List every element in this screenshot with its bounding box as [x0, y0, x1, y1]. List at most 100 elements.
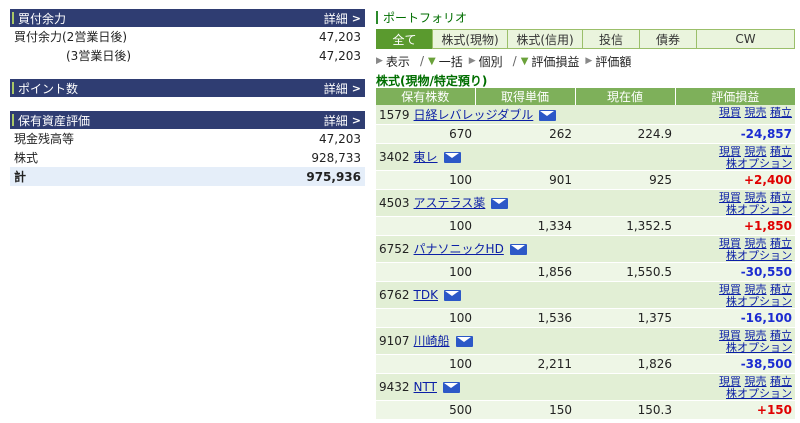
mail-icon[interactable] — [539, 109, 557, 121]
holding-name-cell: 9432 NTT — [376, 373, 675, 401]
filter-individual[interactable]: ▶ 個別 — [469, 53, 503, 70]
filter-bulk[interactable]: ▼ 一括 — [428, 53, 463, 70]
mail-icon[interactable] — [442, 381, 460, 393]
header-accent-bar — [12, 82, 14, 94]
holding-name-row: 6762 TDK 現買 現売 積立 株オプション — [376, 281, 795, 309]
holding-qty: 670 — [376, 124, 475, 144]
stock-name-link[interactable]: 東レ — [414, 150, 438, 164]
holding-price: 1,550.5 — [575, 262, 675, 282]
filter-pl[interactable]: ▼ 評価損益 — [521, 53, 580, 70]
triangle-right-icon: ▶ — [468, 56, 476, 66]
tab-cw[interactable]: CW — [696, 29, 795, 49]
holding-name-cell: 6762 TDK — [376, 281, 675, 309]
holding-price: 1,352.5 — [575, 216, 675, 236]
accumulate-link[interactable]: 積立 — [770, 106, 792, 119]
points-detail-link[interactable]: 詳細 > — [324, 80, 361, 97]
stock-name-link[interactable]: 川崎船 — [414, 334, 450, 348]
col-cost: 取得単価 — [475, 88, 576, 105]
holding-cost: 1,856 — [475, 262, 575, 282]
filter-display-label: ▶ 表示 — [376, 53, 410, 70]
stock-name-link[interactable]: 日経レバレッジダブル — [414, 108, 534, 122]
holding-name-cell: 1579 日経レバレッジダブル — [376, 105, 675, 125]
holding-values-row: 100 1,856 1,550.5 -30,550 — [376, 262, 795, 282]
trade-actions: 現買 現売 積立 株オプション — [675, 373, 795, 401]
buying-power-row: 買付余力(2営業日後) 47,203 — [10, 27, 365, 46]
asset-value: 928,733 — [311, 150, 361, 165]
triangle-right-icon: ▶ — [376, 56, 383, 66]
holding-name-row: 1579 日経レバレッジダブル 現買 現売 積立 — [376, 105, 795, 125]
tab-stock-margin[interactable]: 株式(信用) — [507, 29, 582, 49]
holding-pl: -38,500 — [675, 354, 795, 374]
buying-power-header: 買付余力 詳細 > — [10, 9, 365, 27]
holding-qty: 100 — [376, 216, 475, 236]
holding-values-row: 100 901 925 +2,400 — [376, 170, 795, 190]
stock-option-link[interactable]: 株オプション — [726, 249, 792, 262]
holding-values-row: 670 262 224.9 -24,857 — [376, 124, 795, 144]
asset-total-row: 計 975,936 — [10, 167, 365, 186]
holding-pl: -16,100 — [675, 308, 795, 328]
holding-name-row: 9432 NTT 現買 現売 積立 株オプション — [376, 373, 795, 401]
filter-label: 一括 — [438, 54, 463, 69]
col-pl: 評価損益 — [675, 88, 795, 105]
holding-name-row: 6752 パナソニックHD 現買 現売 積立 株オプション — [376, 235, 795, 263]
col-price: 現在値 — [575, 88, 676, 105]
holding-cost: 150 — [475, 400, 575, 420]
stock-name-link[interactable]: パナソニックHD — [414, 242, 504, 256]
filter-label: 評価額 — [595, 54, 632, 69]
stock-code: 6752 — [379, 242, 410, 256]
stock-option-link[interactable]: 株オプション — [726, 341, 792, 354]
mail-icon[interactable] — [455, 336, 473, 347]
holding-price: 925 — [575, 170, 675, 190]
header-accent-bar — [376, 10, 378, 24]
cash-buy-link[interactable]: 現買 — [719, 106, 741, 119]
holding-name-cell: 4503 アステラス薬 — [376, 189, 675, 217]
mail-icon[interactable] — [509, 244, 527, 255]
tab-all[interactable]: 全て — [376, 29, 432, 49]
buying-power-value: 47,203 — [319, 48, 361, 63]
holding-cost: 262 — [475, 124, 575, 144]
stock-name-link[interactable]: NTT — [414, 380, 437, 394]
stock-code: 1579 — [379, 107, 410, 122]
mail-icon[interactable] — [443, 152, 461, 163]
holding-qty: 100 — [376, 170, 475, 190]
holding-values-row: 100 1,334 1,352.5 +1,850 — [376, 216, 795, 236]
buying-power-label: 買付余力(2営業日後) — [14, 30, 127, 44]
holding-price: 1,826 — [575, 354, 675, 374]
portfolio-tabs: 全て 株式(現物) 株式(信用) 投信 債券 CW — [376, 29, 795, 49]
buying-power-detail-link[interactable]: 詳細 > — [324, 10, 361, 27]
tab-stock-cash[interactable]: 株式(現物) — [432, 29, 507, 49]
trade-actions: 現買 現売 積立 株オプション — [675, 327, 795, 355]
stock-name-link[interactable]: TDK — [414, 288, 438, 302]
stock-code: 3402 — [379, 150, 410, 164]
cash-sell-link[interactable]: 現売 — [745, 106, 767, 119]
mail-icon[interactable] — [444, 289, 461, 301]
holding-price: 224.9 — [575, 124, 675, 144]
stock-code: 4503 — [379, 196, 410, 210]
stock-option-link[interactable]: 株オプション — [726, 387, 792, 400]
holdings-table: 保有株数 取得単価 現在値 評価損益 1579 日経レバレッジダブル 現買 現売 積… — [376, 88, 795, 420]
holding-pl: -24,857 — [675, 124, 795, 144]
assets-detail-link[interactable]: 詳細 > — [324, 112, 361, 129]
portfolio-header: ポートフォリオ — [376, 8, 795, 26]
assets-header: 保有資産評価 詳細 > — [10, 111, 365, 129]
stock-code: 9107 — [379, 334, 410, 348]
asset-value: 47,203 — [319, 131, 361, 146]
tab-funds[interactable]: 投信 — [582, 29, 639, 49]
triangle-right-icon: ▶ — [585, 56, 593, 66]
mail-icon[interactable] — [491, 198, 509, 209]
tab-bonds[interactable]: 債券 — [639, 29, 696, 49]
stock-option-link[interactable]: 株オプション — [726, 157, 792, 170]
account-summary: 買付余力 詳細 > 買付余力(2営業日後) 47,203 (3営業日後) 47,2… — [10, 9, 365, 186]
asset-label: 株式 — [14, 151, 39, 165]
stock-name-link[interactable]: アステラス薬 — [414, 196, 486, 210]
holding-name-row: 4503 アステラス薬 現買 現売 積立 株オプション — [376, 189, 795, 217]
holding-cost: 901 — [475, 170, 575, 190]
holding-qty: 500 — [376, 400, 475, 420]
holdings-body: 1579 日経レバレッジダブル 現買 現売 積立 670 262 224.9 -24,857… — [376, 105, 795, 420]
filter-value[interactable]: ▶ 評価額 — [585, 53, 631, 70]
holdings-header-row: 保有株数 取得単価 現在値 評価損益 — [376, 88, 795, 105]
stock-option-link[interactable]: 株オプション — [726, 295, 792, 308]
stock-option-link[interactable]: 株オプション — [726, 203, 792, 216]
col-qty: 保有株数 — [376, 88, 476, 105]
holding-name-cell: 6752 パナソニックHD — [376, 235, 675, 263]
